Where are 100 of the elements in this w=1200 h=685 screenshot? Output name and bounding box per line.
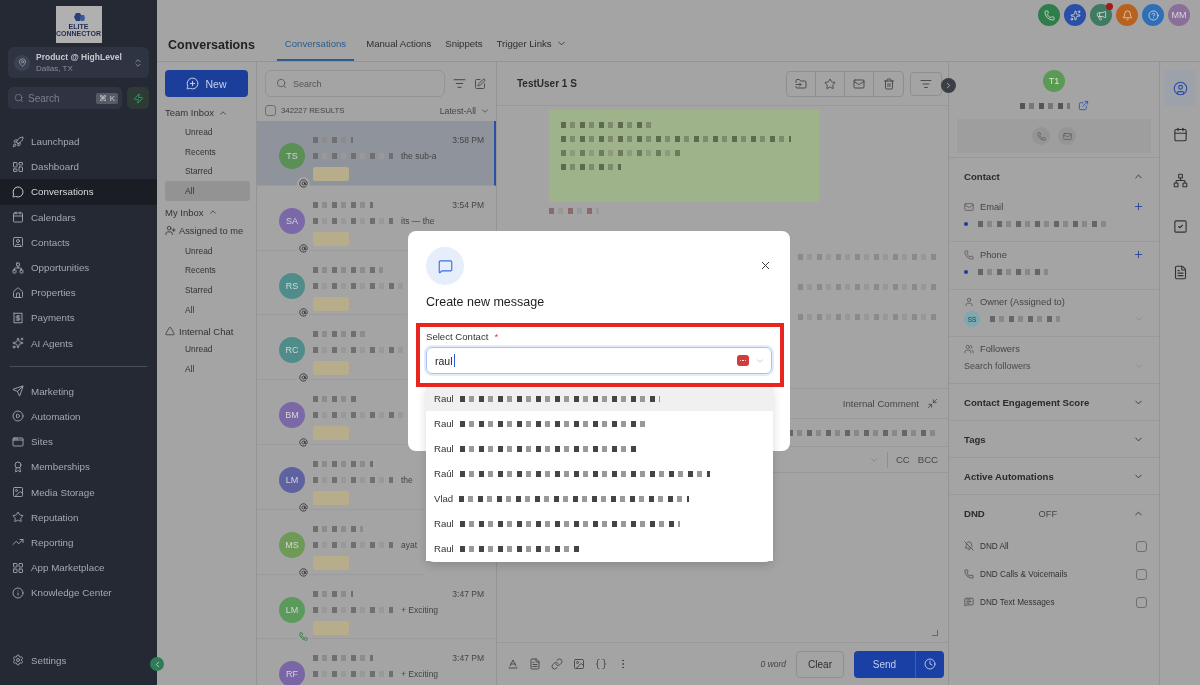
- template-button[interactable]: [529, 658, 541, 670]
- nav-item[interactable]: Contacts: [0, 229, 157, 255]
- call-button[interactable]: [1032, 127, 1050, 145]
- conversation-item[interactable]: BM: [257, 380, 407, 445]
- search-field[interactable]: Search ⌘ K: [8, 87, 122, 109]
- inbox-subheading[interactable]: Assigned to me: [165, 220, 248, 241]
- conversation-item[interactable]: LM 3:47 PM + Exciting: [257, 574, 496, 640]
- nav-item[interactable]: AI Agents: [0, 330, 157, 356]
- sidebar-collapse-button[interactable]: [150, 657, 164, 671]
- section-header[interactable]: Contact Engagement Score: [949, 384, 1159, 421]
- cc-button[interactable]: CC: [895, 454, 910, 465]
- tab[interactable]: Manual Actions: [366, 28, 434, 61]
- link-button[interactable]: [551, 658, 563, 670]
- inbox-filter[interactable]: Recents: [165, 260, 250, 281]
- tab[interactable]: Snippets: [445, 28, 485, 61]
- user-avatar[interactable]: MM: [1168, 4, 1190, 26]
- contact-avatar: LM: [279, 596, 305, 623]
- users-icon: [964, 344, 974, 354]
- filter-icon: [920, 77, 932, 90]
- nav-item[interactable]: Dashboard: [0, 154, 157, 180]
- bell-button[interactable]: [1116, 4, 1138, 26]
- close-button[interactable]: [759, 259, 772, 272]
- dnd-checkbox[interactable]: [1136, 568, 1147, 580]
- minimize-button[interactable]: [927, 398, 938, 409]
- inbox-group-header[interactable]: Internal Chat: [165, 325, 248, 337]
- nav-item[interactable]: Sites: [0, 429, 157, 455]
- contact-option[interactable]: Raul: [426, 436, 773, 461]
- inbox-filter[interactable]: Starred: [165, 280, 250, 300]
- inbox-group-header[interactable]: My Inbox: [165, 206, 248, 218]
- dnd-checkbox[interactable]: [1136, 540, 1147, 552]
- panel-toggle-button[interactable]: [941, 78, 956, 93]
- contact-select-field[interactable]: raul: [426, 347, 772, 374]
- internal-comment-toggle[interactable]: Internal Comment: [842, 398, 919, 409]
- nav-item[interactable]: Settings: [0, 647, 145, 673]
- contact-option[interactable]: Raul: [426, 386, 773, 411]
- nav-item[interactable]: Automation: [0, 403, 157, 430]
- bcc-button[interactable]: BCC: [917, 454, 938, 465]
- nav-item[interactable]: Payments: [0, 305, 157, 331]
- inbox-filter[interactable]: All: [165, 299, 250, 320]
- conversation-item[interactable]: MS ayat: [257, 509, 425, 575]
- section-header[interactable]: Tags: [949, 421, 1159, 458]
- tag-chip: [313, 426, 349, 441]
- side-panel-button[interactable]: [1164, 70, 1196, 106]
- help-button[interactable]: [1142, 4, 1164, 26]
- nav-item[interactable]: Conversations: [0, 179, 157, 205]
- search-field[interactable]: Search: [265, 70, 445, 97]
- inbox-filter[interactable]: Unread: [165, 122, 250, 142]
- conversation-item[interactable]: TS 3:58 PM the sub-a: [257, 121, 496, 186]
- open-contact-link[interactable]: [1077, 100, 1089, 111]
- nav-item[interactable]: Memberships: [0, 454, 157, 480]
- nav-item[interactable]: Media Storage: [0, 479, 157, 505]
- select-all-checkbox[interactable]: [265, 105, 276, 116]
- megaphone-button[interactable]: [1090, 4, 1112, 26]
- inbox-filter[interactable]: All: [165, 359, 250, 379]
- account-switcher[interactable]: Product @ HighLevel Dallas, TX: [8, 47, 149, 78]
- quick-action-button[interactable]: [127, 87, 149, 109]
- sort-dropdown[interactable]: Latest-All: [439, 105, 490, 116]
- inbox-filter[interactable]: All: [165, 181, 250, 201]
- new-button[interactable]: New: [165, 70, 248, 97]
- nav-item[interactable]: Reporting: [0, 529, 157, 555]
- message-icon: [964, 597, 974, 607]
- conversation-item[interactable]: RF 3:47 PM + Exciting: [257, 639, 496, 685]
- conversation-item[interactable]: LM the: [257, 445, 425, 510]
- inbox-filter[interactable]: Starred: [165, 161, 250, 182]
- inbox-group-header[interactable]: Team Inbox: [165, 107, 248, 118]
- email-button[interactable]: [1058, 127, 1076, 145]
- nav-item[interactable]: Properties: [0, 280, 157, 306]
- tab[interactable]: Conversations: [276, 28, 355, 61]
- filter-button[interactable]: [453, 77, 466, 90]
- nav-item[interactable]: Reputation: [0, 504, 157, 530]
- image-button[interactable]: [573, 658, 585, 670]
- text-format-button[interactable]: [507, 658, 519, 670]
- sparkle-button[interactable]: [1064, 4, 1086, 26]
- tab[interactable]: Trigger Links: [496, 28, 569, 61]
- inbox-filter[interactable]: Unread: [165, 339, 250, 360]
- nav-item[interactable]: App Marketplace: [0, 555, 157, 581]
- inbox-filter[interactable]: Recents: [165, 141, 250, 162]
- contact-option[interactable]: Vlad: [426, 486, 773, 511]
- followers-search-field[interactable]: Search followers: [964, 361, 1124, 371]
- nav-item[interactable]: Opportunities: [0, 254, 157, 281]
- contact-option[interactable]: Raul: [426, 536, 773, 561]
- dnd-checkbox[interactable]: [1136, 596, 1147, 608]
- section-header[interactable]: Contact: [949, 158, 1159, 194]
- compose-button[interactable]: [474, 77, 486, 90]
- clear-button[interactable]: Clear: [796, 650, 844, 678]
- section-header[interactable]: DND OFF: [949, 495, 1159, 532]
- contact-option[interactable]: Raul: [426, 511, 773, 536]
- phone-button[interactable]: [1038, 4, 1060, 26]
- nav-item[interactable]: Marketing: [0, 378, 157, 404]
- nav-item[interactable]: Knowledge Center: [0, 580, 157, 606]
- inbox-filter[interactable]: Unread: [165, 240, 250, 261]
- send-button[interactable]: Send: [854, 650, 944, 678]
- nav-item[interactable]: Calendars: [0, 204, 157, 230]
- nav-item[interactable]: Launchpad: [0, 129, 157, 155]
- chevrons-icon: [133, 57, 143, 68]
- section-header[interactable]: Active Automations: [949, 458, 1159, 495]
- custom-field-button[interactable]: [595, 658, 607, 670]
- contact-option[interactable]: Raul: [426, 411, 773, 436]
- contact-option[interactable]: Raúl: [426, 461, 773, 486]
- filter-button[interactable]: [910, 71, 942, 96]
